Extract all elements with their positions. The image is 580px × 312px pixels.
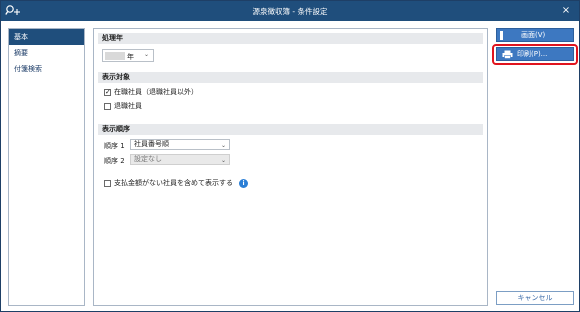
order-2-select: 設定なし ⌄ [130,154,230,165]
order-2-label: 順序 2 [104,157,125,165]
section-header-order: 表示順序 [98,124,483,135]
sidebar: 基本 摘要 付箋検索 [8,28,85,306]
checkbox-retired-employees[interactable]: 退職社員 [104,101,142,112]
chevron-down-icon: ⌄ [220,142,226,149]
checkbox-include-unpaid[interactable]: 支払金額がない社員を含めて表示する i [104,178,248,189]
year-value [105,52,125,60]
cancel-button[interactable]: キャンセル [496,291,574,305]
checkbox-box[interactable] [104,179,111,187]
order-1-label: 順序 1 [104,142,125,150]
dialog-window: 源泉徴収簿 - 条件設定 × 基本 摘要 付箋検索 処理年 年 ⌄ 表示対象 ✓… [0,0,580,312]
checkbox-box[interactable]: ✓ [104,87,111,96]
chevron-down-icon: ⌄ [220,157,226,164]
printer-icon [502,50,513,59]
checkbox-active-employees[interactable]: ✓ 在職社員（退職社員以外） [104,87,198,98]
year-dropdown[interactable]: 年 ⌄ [102,49,154,62]
checkmark-icon: ✓ [105,87,111,96]
chevron-down-icon: ⌄ [143,51,149,58]
checkbox-box[interactable] [104,102,111,110]
print-button[interactable]: 印刷(P)... [496,47,574,61]
checkbox-label: 退職社員 [114,102,142,110]
order-1-value: 社員番号順 [134,140,169,148]
title-bar: 源泉徴収簿 - 条件設定 × [1,1,579,21]
sidebar-item-basic[interactable]: 基本 [9,29,84,45]
close-icon[interactable]: × [559,4,573,18]
screen-button-label: 画面(V) [521,31,546,39]
settings-panel: 処理年 年 ⌄ 表示対象 ✓ 在職社員（退職社員以外） 退職社員 表示順序 順序 … [93,28,488,306]
screen-button[interactable]: 画面(V) [496,28,574,42]
year-unit-label: 年 [127,53,134,61]
sidebar-item-summary[interactable]: 摘要 [9,45,84,61]
window-title: 源泉徴収簿 - 条件設定 [252,7,328,16]
order-2-value: 設定なし [134,155,162,163]
info-icon[interactable]: i [239,178,248,188]
section-header-target: 表示対象 [98,72,483,83]
checkbox-label: 支払金額がない社員を含めて表示する [114,179,233,187]
section-header-year: 処理年 [98,33,483,44]
checkbox-label: 在職社員（退職社員以外） [114,88,198,96]
order-1-select[interactable]: 社員番号順 ⌄ [130,139,230,150]
sidebar-item-sticky-search[interactable]: 付箋検索 [9,61,84,77]
screen-icon [500,31,503,40]
print-button-label: 印刷(P)... [517,50,548,58]
